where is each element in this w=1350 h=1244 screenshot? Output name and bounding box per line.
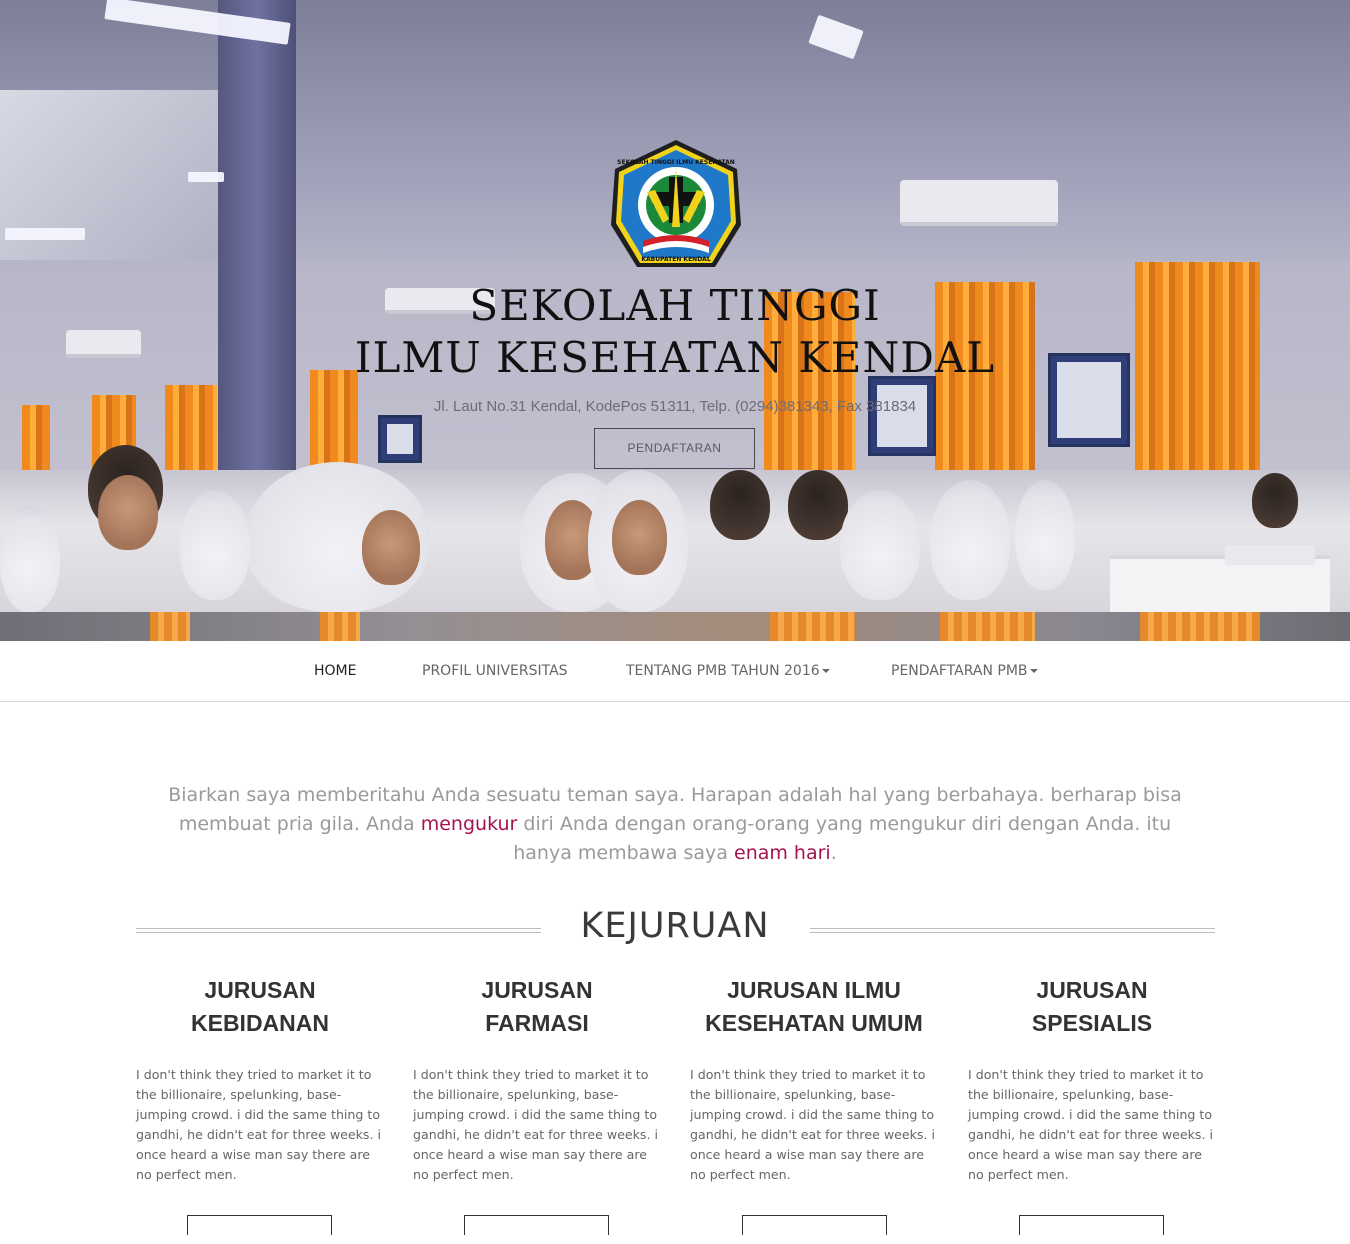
department-more-button[interactable] (464, 1215, 609, 1235)
nav-item-pendaftaran-pmb[interactable]: PENDAFTARAN PMB (891, 641, 1038, 702)
department-card: JURUSAN KEBIDANAN I don't think they trie… (136, 974, 384, 1235)
logo-bottom-text: KABUPATEN KENDAL (641, 256, 710, 263)
nav-item-profil-universitas[interactable]: PROFIL UNIVERSITAS (422, 641, 568, 702)
intro-paragraph: Biarkan saya memberitahu Anda sesuatu te… (150, 781, 1200, 868)
department-description: I don't think they tried to market it to… (413, 1067, 658, 1182)
department-title-line2: FARMASI (485, 1010, 589, 1036)
nav-item-label: PENDAFTARAN PMB (891, 663, 1028, 679)
department-title-line1: JURUSAN (1036, 977, 1148, 1003)
department-title-line2: KESEHATAN UMUM (705, 1010, 923, 1036)
hero-title-line2: ILMU KESEHATAN KENDAL (354, 333, 996, 382)
nav-item-label: TENTANG PMB TAHUN 2016 (626, 663, 820, 679)
department-title: JURUSAN SPESIALIS (968, 974, 1216, 1040)
department-description: I don't think they tried to market it to… (690, 1067, 935, 1182)
nav-item-home[interactable]: HOME (314, 641, 356, 702)
caret-down-icon (1029, 669, 1038, 673)
department-description: I don't think they tried to market it to… (136, 1067, 381, 1182)
section-title: KEJURUAN (580, 906, 770, 946)
hero-content: SEKOLAH TINGGI ILMU KESEHATAN KABUPATEN … (0, 0, 1350, 641)
nav-item-label: PROFIL UNIVERSITAS (422, 663, 568, 679)
department-card: JURUSAN ILMU KESEHATAN UMUM I don't think… (690, 974, 938, 1235)
caret-down-icon (821, 669, 830, 673)
main-navbar: HOME PROFIL UNIVERSITAS TENTANG PMB TAHU… (0, 641, 1350, 702)
department-title-line2: SPESIALIS (1031, 1010, 1153, 1036)
department-more-button[interactable] (187, 1215, 332, 1235)
logo-ring-text: SEKOLAH TINGGI ILMU KESEHATAN (617, 159, 735, 166)
department-card: JURUSAN SPESIALIS I don't think they trie… (968, 974, 1216, 1235)
hero-address: Jl. Laut No.31 Kendal, KodePos 51311, Te… (433, 398, 917, 415)
department-title-line1: JURUSAN ILMU (727, 977, 901, 1003)
department-title: JURUSAN KEBIDANAN (136, 974, 384, 1040)
section-divider-right (810, 928, 1215, 933)
department-description: I don't think they tried to market it to… (968, 1067, 1213, 1182)
school-logo: SEKOLAH TINGGI ILMU KESEHATAN KABUPATEN … (611, 140, 741, 267)
intro-link-mengukur[interactable]: mengukur (421, 813, 518, 835)
intro-text: diri Anda dengan orang-orang yang menguk… (513, 813, 1172, 864)
section-divider-left (136, 928, 541, 933)
department-more-button[interactable] (1019, 1215, 1164, 1235)
department-title: JURUSAN ILMU KESEHATAN UMUM (690, 974, 938, 1040)
nav-item-tentang-pmb[interactable]: TENTANG PMB TAHUN 2016 (626, 641, 830, 702)
department-title-line1: JURUSAN (481, 977, 593, 1003)
intro-text: . (830, 842, 837, 864)
nav-item-label: HOME (314, 663, 357, 679)
department-title-line1: JURUSAN (204, 977, 316, 1003)
department-more-button[interactable] (742, 1215, 887, 1235)
hero-title-line1: SEKOLAH TINGGI (469, 281, 881, 330)
department-title: JURUSAN FARMASI (413, 974, 661, 1040)
registration-button[interactable]: PENDAFTARAN (594, 428, 755, 469)
department-title-line2: KEBIDANAN (191, 1010, 329, 1036)
intro-link-enam-hari[interactable]: enam hari (734, 842, 831, 864)
hero-banner: SEKOLAH TINGGI ILMU KESEHATAN KABUPATEN … (0, 0, 1350, 641)
department-card: JURUSAN FARMASI I don't think they tried … (413, 974, 661, 1235)
